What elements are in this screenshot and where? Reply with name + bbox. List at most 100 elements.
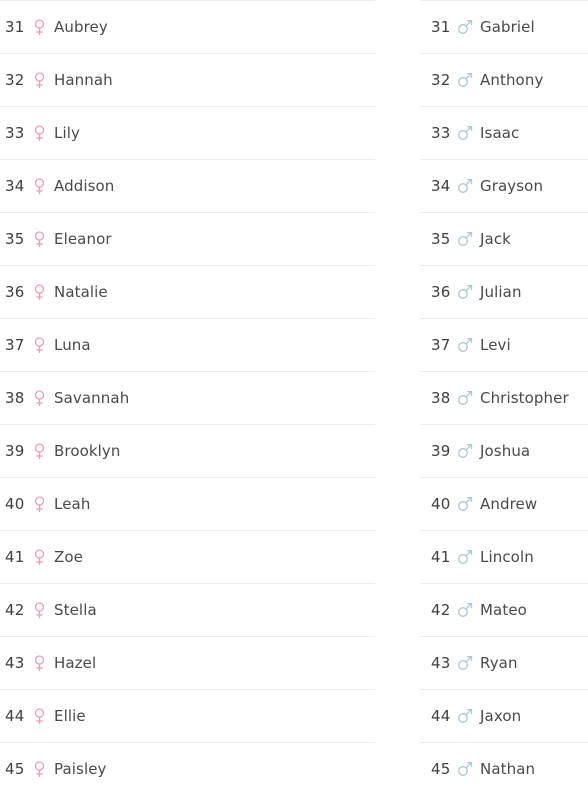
person-name: Brooklyn xyxy=(54,442,121,460)
person-name: Addison xyxy=(54,177,115,195)
person-name: Hazel xyxy=(54,654,97,672)
name-rank-row[interactable]: 39 Joshua xyxy=(420,424,588,477)
female-symbol-icon xyxy=(29,548,49,566)
girls-names-column: 31 Aubrey 32 Hannah 33 Lily 34 Addison 35 Eleanor… xyxy=(0,0,375,795)
rank-number: 37 xyxy=(431,336,451,354)
name-rank-row[interactable]: 41 Zoe xyxy=(0,530,375,583)
name-rank-row[interactable]: 32 Hannah xyxy=(0,53,375,106)
name-rank-row[interactable]: 43 Ryan xyxy=(420,636,588,689)
name-rank-row[interactable]: 41 Lincoln xyxy=(420,530,588,583)
name-rank-row[interactable]: 40 Andrew xyxy=(420,477,588,530)
rank-number: 38 xyxy=(5,389,25,407)
name-rank-row[interactable]: 31 Gabriel xyxy=(420,0,588,53)
rank-number: 38 xyxy=(431,389,451,407)
rank-number: 45 xyxy=(431,760,451,778)
person-name: Jack xyxy=(480,230,511,248)
name-rank-row[interactable]: 38 Savannah xyxy=(0,371,375,424)
name-rank-row[interactable]: 45 Paisley xyxy=(0,742,375,795)
female-symbol-icon xyxy=(29,124,49,142)
person-name: Zoe xyxy=(54,548,83,566)
person-name: Stella xyxy=(54,601,97,619)
male-symbol-icon xyxy=(455,337,475,353)
person-name: Aubrey xyxy=(54,18,108,36)
male-symbol-icon xyxy=(455,125,475,141)
male-symbol-icon xyxy=(455,708,475,724)
male-symbol-icon xyxy=(455,602,475,618)
female-symbol-icon xyxy=(29,601,49,619)
rank-number: 33 xyxy=(5,124,25,142)
name-rank-row[interactable]: 34 Grayson xyxy=(420,159,588,212)
female-symbol-icon xyxy=(29,495,49,513)
name-rank-row[interactable]: 31 Aubrey xyxy=(0,0,375,53)
person-name: Savannah xyxy=(54,389,130,407)
female-symbol-icon xyxy=(29,442,49,460)
rank-number: 43 xyxy=(431,654,451,672)
name-rank-row[interactable]: 35 Eleanor xyxy=(0,212,375,265)
person-name: Anthony xyxy=(480,71,544,89)
rank-number: 33 xyxy=(431,124,451,142)
person-name: Levi xyxy=(480,336,511,354)
male-symbol-icon xyxy=(455,72,475,88)
rank-number: 32 xyxy=(5,71,25,89)
person-name: Ryan xyxy=(480,654,518,672)
rank-number: 37 xyxy=(5,336,25,354)
female-symbol-icon xyxy=(29,336,49,354)
person-name: Luna xyxy=(54,336,91,354)
female-symbol-icon xyxy=(29,71,49,89)
female-symbol-icon xyxy=(29,389,49,407)
rank-number: 42 xyxy=(5,601,25,619)
rank-number: 40 xyxy=(431,495,451,513)
name-rank-row[interactable]: 44 Ellie xyxy=(0,689,375,742)
person-name: Nathan xyxy=(480,760,536,778)
rank-number: 35 xyxy=(431,230,451,248)
person-name: Eleanor xyxy=(54,230,112,248)
person-name: Mateo xyxy=(480,601,527,619)
rank-number: 41 xyxy=(431,548,451,566)
name-rank-row[interactable]: 43 Hazel xyxy=(0,636,375,689)
name-rank-row[interactable]: 44 Jaxon xyxy=(420,689,588,742)
name-rank-row[interactable]: 33 Isaac xyxy=(420,106,588,159)
male-symbol-icon xyxy=(455,496,475,512)
rank-number: 43 xyxy=(5,654,25,672)
name-rank-row[interactable]: 39 Brooklyn xyxy=(0,424,375,477)
name-rank-row[interactable]: 40 Leah xyxy=(0,477,375,530)
rank-number: 36 xyxy=(5,283,25,301)
name-rank-row[interactable]: 37 Levi xyxy=(420,318,588,371)
name-rank-row[interactable]: 34 Addison xyxy=(0,159,375,212)
female-symbol-icon xyxy=(29,283,49,301)
person-name: Joshua xyxy=(480,442,531,460)
name-rank-row[interactable]: 36 Natalie xyxy=(0,265,375,318)
name-rank-row[interactable]: 42 Mateo xyxy=(420,583,588,636)
rank-number: 32 xyxy=(431,71,451,89)
person-name: Lincoln xyxy=(480,548,534,566)
name-rank-row[interactable]: 45 Nathan xyxy=(420,742,588,795)
name-rank-row[interactable]: 36 Julian xyxy=(420,265,588,318)
male-symbol-icon xyxy=(455,231,475,247)
person-name: Natalie xyxy=(54,283,108,301)
name-rank-row[interactable]: 32 Anthony xyxy=(420,53,588,106)
rank-number: 39 xyxy=(431,442,451,460)
male-symbol-icon xyxy=(455,390,475,406)
rank-number: 31 xyxy=(5,18,25,36)
male-symbol-icon xyxy=(455,178,475,194)
rank-number: 40 xyxy=(5,495,25,513)
name-rank-row[interactable]: 37 Luna xyxy=(0,318,375,371)
female-symbol-icon xyxy=(29,177,49,195)
baby-name-ranking-board: 31 Aubrey 32 Hannah 33 Lily 34 Addison 35 Eleanor… xyxy=(0,0,588,795)
person-name: Paisley xyxy=(54,760,107,778)
female-symbol-icon xyxy=(29,654,49,672)
person-name: Isaac xyxy=(480,124,520,142)
rank-number: 31 xyxy=(431,18,451,36)
person-name: Lily xyxy=(54,124,80,142)
female-symbol-icon xyxy=(29,707,49,725)
person-name: Julian xyxy=(480,283,522,301)
female-symbol-icon xyxy=(29,760,49,778)
name-rank-row[interactable]: 33 Lily xyxy=(0,106,375,159)
name-rank-row[interactable]: 42 Stella xyxy=(0,583,375,636)
boys-names-column: 31 Gabriel 32 Anthony 33 Isaac 34 Grayson 35 Jack… xyxy=(420,0,588,795)
person-name: Andrew xyxy=(480,495,538,513)
name-rank-row[interactable]: 35 Jack xyxy=(420,212,588,265)
rank-number: 42 xyxy=(431,601,451,619)
name-rank-row[interactable]: 38 Christopher xyxy=(420,371,588,424)
rank-number: 44 xyxy=(431,707,451,725)
